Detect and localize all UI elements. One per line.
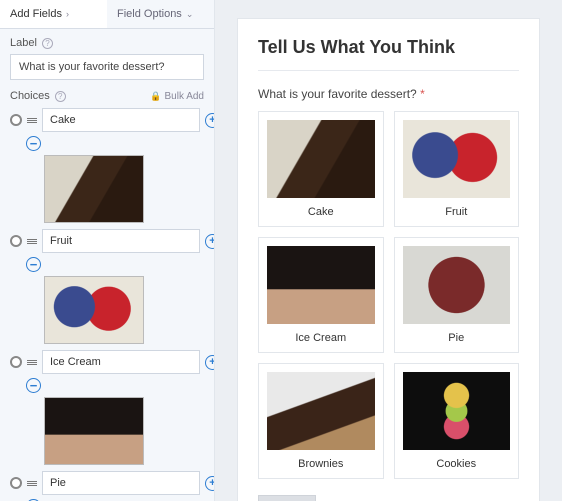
option-label: Fruit (445, 206, 467, 218)
add-choice-button[interactable]: + (205, 113, 214, 128)
remove-choice-button[interactable]: − (26, 257, 41, 272)
question-text: What is your favorite dessert? (258, 87, 417, 101)
choice-label-input[interactable] (42, 108, 200, 132)
radio-default-icon[interactable] (10, 235, 22, 247)
chevron-right-icon: › (66, 9, 69, 19)
choices-list: +−+−+−+−+− (10, 108, 204, 501)
option-label: Cake (308, 206, 334, 218)
radio-default-icon[interactable] (10, 356, 22, 368)
form-title: Tell Us What You Think (258, 37, 519, 71)
option-image (403, 246, 511, 324)
tab-add-fields[interactable]: Add Fields › (0, 0, 107, 28)
drag-handle-icon[interactable] (27, 118, 37, 123)
sidebar-tabs: Add Fields › Field Options ⌄ (0, 0, 214, 29)
choice-label-input[interactable] (42, 229, 200, 253)
help-icon[interactable]: ? (42, 38, 53, 49)
remove-choice-button[interactable]: − (26, 136, 41, 151)
option-card[interactable]: Cake (258, 111, 384, 227)
panel-body: Label ? Choices ? 🔒 Bulk Add +−+−+−+−+− (0, 29, 214, 501)
option-label: Brownies (298, 458, 343, 470)
choice-image-thumbnail[interactable] (44, 155, 144, 223)
tab-field-options[interactable]: Field Options ⌄ (107, 0, 214, 28)
required-asterisk: * (420, 87, 425, 101)
option-card[interactable]: Ice Cream (258, 237, 384, 353)
options-grid: Cake Fruit Ice Cream Pie Brownies Cookies (258, 111, 519, 479)
option-card[interactable]: Cookies (394, 363, 520, 479)
option-card[interactable]: Fruit (394, 111, 520, 227)
choices-heading: Choices (10, 90, 50, 102)
chevron-down-icon: ⌄ (186, 9, 194, 20)
remove-choice-button[interactable]: − (26, 378, 41, 393)
add-choice-button[interactable]: + (205, 476, 214, 491)
choice-item: +− (10, 350, 204, 465)
choice-item: +− (10, 108, 204, 223)
option-card[interactable]: Pie (394, 237, 520, 353)
choice-label-input[interactable] (42, 471, 200, 495)
tab-label: Field Options (117, 8, 182, 20)
choice-image-thumbnail[interactable] (44, 397, 144, 465)
drag-handle-icon[interactable] (27, 481, 37, 486)
radio-default-icon[interactable] (10, 114, 22, 126)
builder-sidebar: Add Fields › Field Options ⌄ Label ? Cho… (0, 0, 215, 501)
option-image (403, 120, 511, 198)
option-label: Cookies (436, 458, 476, 470)
option-label: Ice Cream (295, 332, 346, 344)
radio-default-icon[interactable] (10, 477, 22, 489)
lock-icon: 🔒 (150, 91, 161, 102)
form-preview-canvas: Tell Us What You Think What is your favo… (215, 0, 562, 501)
add-choice-button[interactable]: + (205, 355, 214, 370)
bulk-add-button[interactable]: 🔒 Bulk Add (150, 91, 204, 102)
choice-item: +− (10, 229, 204, 344)
question-label: What is your favorite dessert? * (258, 87, 519, 101)
bulk-add-label: Bulk Add (165, 91, 204, 102)
add-choice-button[interactable]: + (205, 234, 214, 249)
option-image (403, 372, 511, 450)
form-card: Tell Us What You Think What is your favo… (237, 18, 540, 501)
tab-label: Add Fields (10, 8, 62, 20)
field-label-input[interactable] (10, 54, 204, 80)
choice-item: +− (10, 471, 204, 501)
drag-handle-icon[interactable] (27, 360, 37, 365)
label-heading-row: Label ? (10, 37, 204, 49)
help-icon[interactable]: ? (55, 91, 66, 102)
submit-button[interactable]: Vote (258, 495, 316, 501)
choices-heading-row: Choices ? 🔒 Bulk Add (10, 90, 204, 102)
option-label: Pie (448, 332, 464, 344)
label-heading: Label (10, 37, 37, 49)
option-card[interactable]: Brownies (258, 363, 384, 479)
option-image (267, 246, 375, 324)
choice-label-input[interactable] (42, 350, 200, 374)
option-image (267, 372, 375, 450)
drag-handle-icon[interactable] (27, 239, 37, 244)
option-image (267, 120, 375, 198)
choice-image-thumbnail[interactable] (44, 276, 144, 344)
